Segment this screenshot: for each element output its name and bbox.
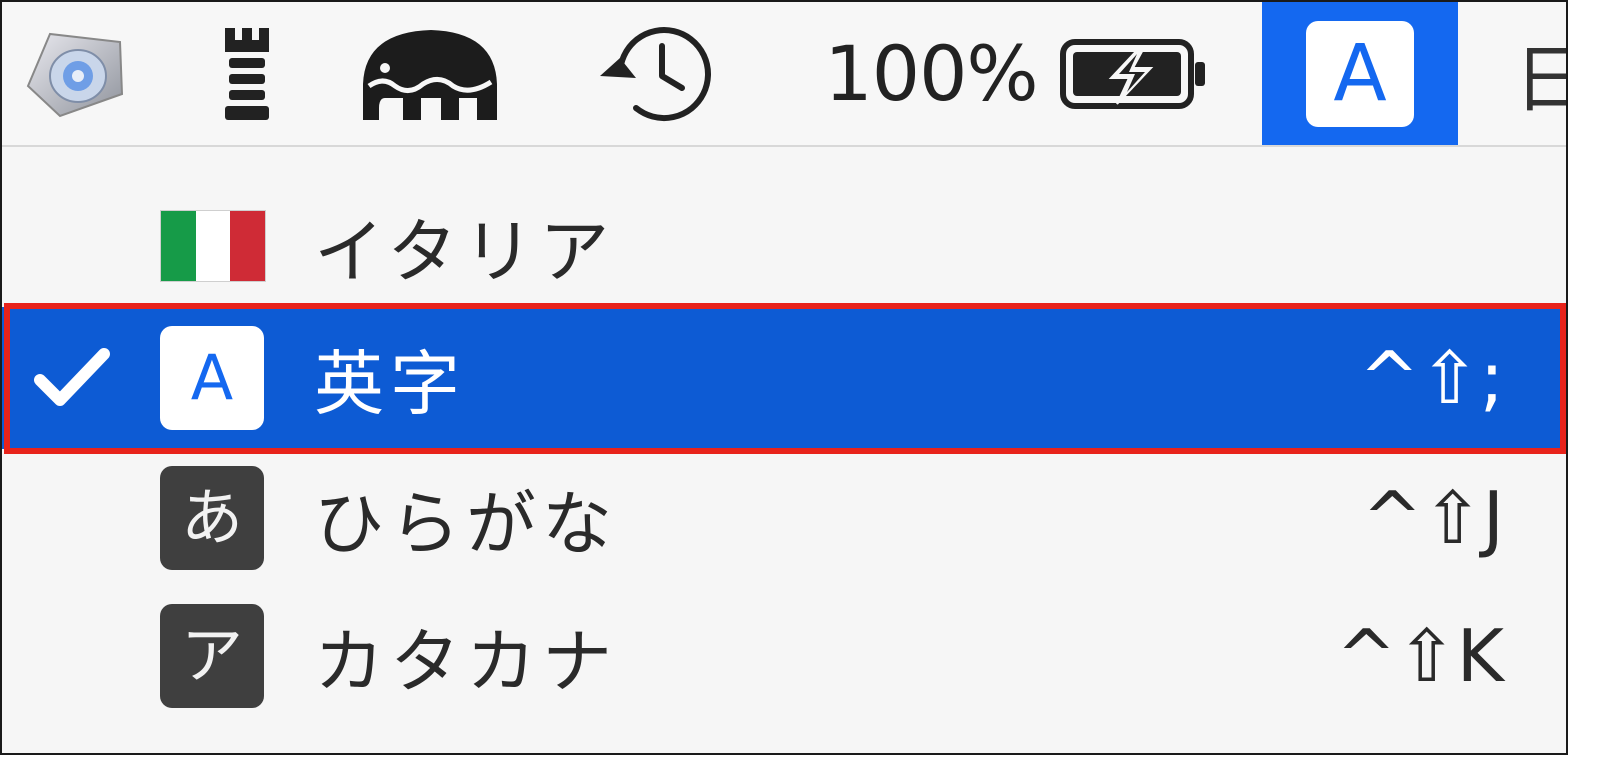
battery-percentage[interactable]: 100% — [824, 2, 1038, 145]
time-machine-icon[interactable] — [586, 2, 716, 145]
italy-flag-icon — [160, 210, 266, 282]
menu-bar: 100% A 日 — [2, 2, 1566, 147]
checkmark-icon — [32, 307, 112, 449]
hiragana-input-icon: あ — [160, 466, 264, 570]
elephant-icon[interactable] — [354, 2, 506, 145]
input-source-dropdown: イタリア A 英字 ^⇧; あ ひらがな ^⇧J ア カタカナ ^⇧K — [2, 147, 1566, 753]
menubar-next-item[interactable]: 日 — [1514, 2, 1566, 145]
tower-icon[interactable] — [208, 2, 286, 145]
menu-item-shortcut: ^⇧K — [1336, 614, 1504, 698]
menu-item-eiji[interactable]: A 英字 ^⇧; — [2, 307, 1566, 449]
menu-item-hiragana[interactable]: あ ひらがな ^⇧J — [2, 449, 1566, 587]
eiji-input-icon: A — [160, 326, 264, 430]
menu-item-label: 英字 — [314, 342, 466, 425]
disk-utility-icon[interactable] — [16, 2, 134, 145]
input-source-menu[interactable]: A — [1262, 2, 1458, 145]
menu-item-label: カタカナ — [314, 620, 618, 703]
menu-item-katakana[interactable]: ア カタカナ ^⇧K — [2, 587, 1566, 725]
menu-item-shortcut: ^⇧J — [1362, 476, 1504, 560]
menu-item-italian[interactable]: イタリア — [2, 177, 1566, 315]
battery-charging-icon[interactable] — [1054, 2, 1214, 145]
screenshot-frame: 100% A 日 イタリア — [0, 0, 1568, 755]
menu-item-label: ひらがな — [314, 482, 618, 565]
menu-item-label: イタリア — [314, 210, 616, 293]
menu-item-shortcut: ^⇧; — [1359, 336, 1504, 420]
katakana-input-icon: ア — [160, 604, 264, 708]
input-source-badge: A — [1306, 20, 1414, 127]
